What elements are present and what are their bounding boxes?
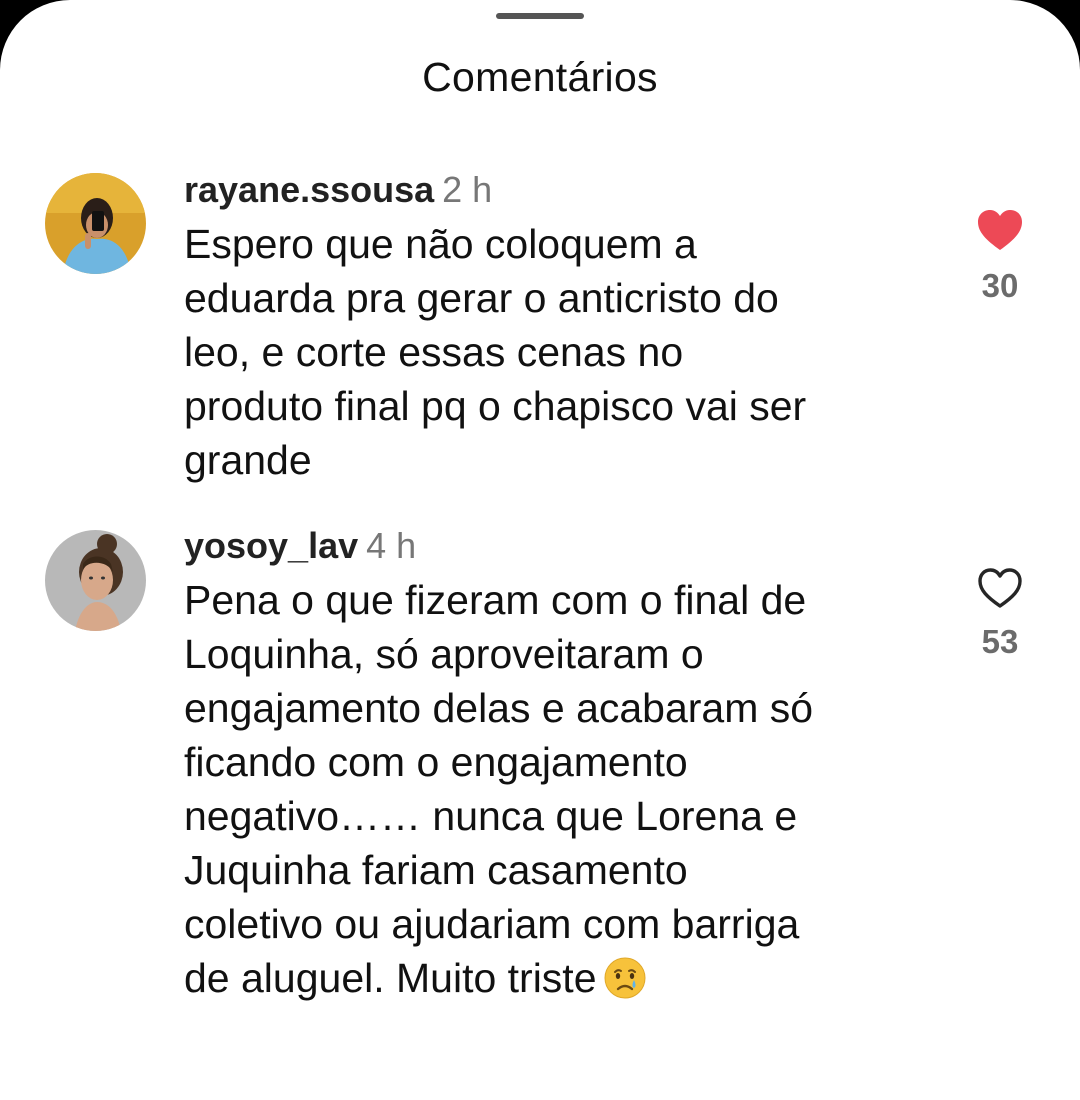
comment-line: leo, e corte essas cenas no	[184, 329, 684, 375]
comment-username[interactable]: yosoy_lav	[184, 525, 358, 566]
avatar-photo-icon	[45, 530, 146, 631]
avatar-photo-icon	[45, 173, 146, 274]
comment-line: ficando com o engajamento	[184, 739, 688, 785]
comment-line: engajamento delas e acabaram só	[184, 685, 814, 731]
comment-line: Loquinha, só aproveitaram o	[184, 631, 704, 677]
comment-line: eduarda pra gerar o anticristo do	[184, 275, 779, 321]
comment-line: coletivo ou ajudariam com barriga	[184, 901, 800, 947]
heart-filled-icon[interactable]	[976, 208, 1024, 252]
sheet-title: Comentários	[422, 54, 658, 100]
comment-meta: yosoy_lav 4 h	[184, 526, 416, 566]
avatar[interactable]	[45, 173, 146, 274]
comments-sheet: Comentários rayane.ssousa 2 h Espero que …	[0, 0, 1080, 1100]
like-count: 30	[981, 267, 1019, 304]
comment-line: Espero que não coloquem a	[184, 221, 697, 267]
comment-line: Juquinha fariam casamento	[184, 847, 688, 893]
comment-meta: rayane.ssousa 2 h	[184, 170, 492, 210]
comment-time: 4 h	[366, 525, 417, 566]
heart-outline-icon[interactable]	[976, 566, 1024, 610]
comment-text: Pena o que fizeram com o final de Loquin…	[184, 573, 944, 1005]
comment-time: 2 h	[442, 169, 493, 210]
comment-line: negativo…… nunca que Lorena e	[184, 793, 798, 839]
comment-line: de aluguel. Muito triste	[184, 955, 597, 1001]
comment-line: Pena o que fizeram com o final de	[184, 577, 807, 623]
avatar[interactable]	[45, 530, 146, 631]
sheet-drag-handle[interactable]	[496, 13, 584, 19]
crying-face-emoji-icon	[604, 957, 646, 999]
comment-username[interactable]: rayane.ssousa	[184, 169, 434, 210]
comment-line: grande	[184, 437, 312, 483]
comment-line: produto final pq o chapisco vai ser	[184, 383, 807, 429]
comment-text: Espero que não coloquem a eduarda pra ge…	[184, 217, 944, 487]
comment-line-last: de aluguel. Muito triste	[184, 951, 944, 1005]
like-count: 53	[981, 623, 1019, 660]
